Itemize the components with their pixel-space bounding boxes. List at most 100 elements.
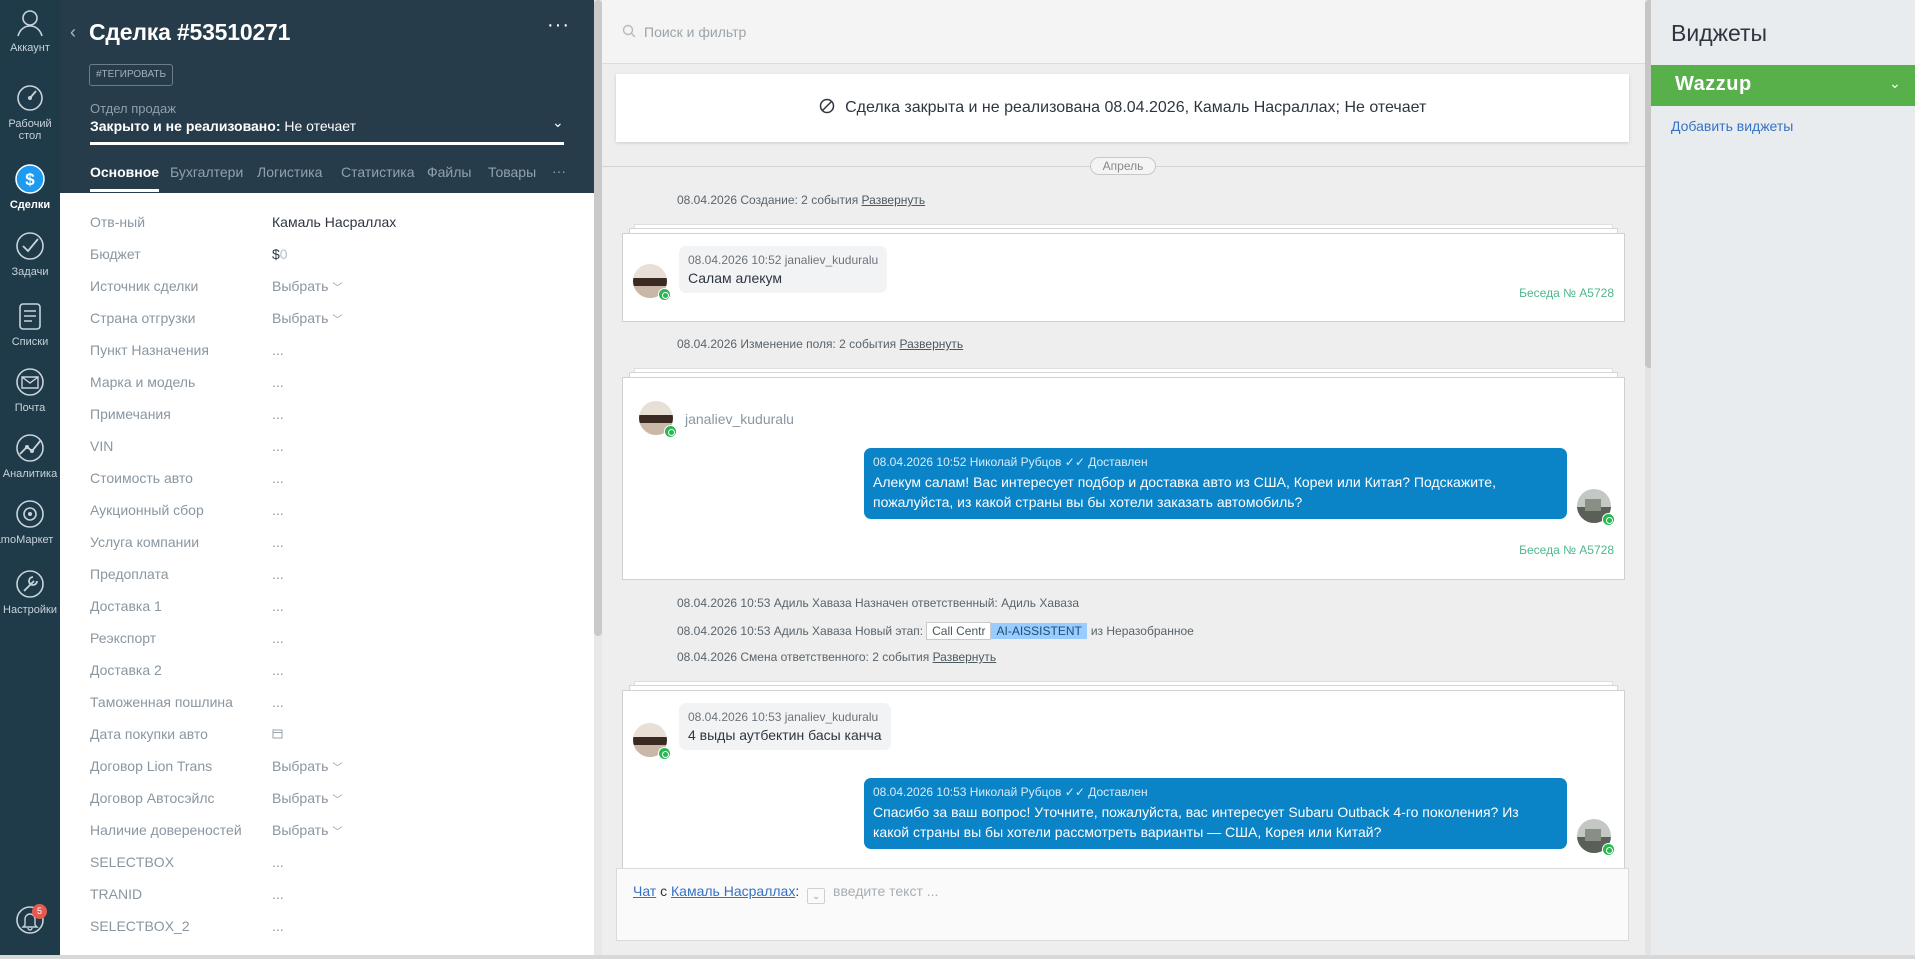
incoming-message: 08.04.2026 10:52 janaliev_kuduralu Салам…	[679, 246, 888, 293]
tab-files[interactable]: Файлы	[427, 164, 471, 180]
tab-products[interactable]: Товары	[488, 164, 536, 180]
field-value[interactable]: ...	[272, 342, 284, 358]
expand-link[interactable]: Развернуть	[900, 337, 964, 351]
field-value[interactable]: ...	[272, 630, 284, 646]
outgoing-message: 08.04.2026 10:52 Николай Рубцов ✓✓ Доста…	[864, 448, 1567, 519]
nav-lists-label: Списки	[11, 336, 49, 348]
nav-deals[interactable]: $ Сделки	[0, 163, 60, 211]
calendar-icon	[272, 729, 283, 739]
nav-analytics[interactable]: Аналитика	[0, 432, 60, 480]
account-icon	[17, 10, 43, 37]
field-row: Дата покупки авто	[90, 726, 570, 748]
more-menu-icon[interactable]: ···	[547, 14, 570, 37]
field-row: Доставка 2...	[90, 662, 570, 684]
field-select[interactable]: Выбрать ﹀	[272, 822, 342, 838]
mail-icon	[16, 368, 44, 396]
field-row: VIN...	[90, 438, 570, 460]
field-value[interactable]: ...	[272, 598, 284, 614]
message-meta: 08.04.2026 10:52 Николай Рубцов ✓✓ Доста…	[873, 455, 1558, 469]
card-stack-edge	[629, 228, 1618, 233]
expand-link[interactable]: Развернуть	[933, 650, 997, 664]
nav-deals-label: Сделки	[9, 199, 51, 211]
bottom-divider	[0, 955, 1915, 959]
chevron-down-icon[interactable]: ⌄	[552, 114, 564, 131]
field-value[interactable]: ...	[272, 406, 284, 422]
contact-link[interactable]: Камаль Насраллах	[671, 883, 795, 899]
search-input[interactable]: Поиск и фильтр	[644, 24, 746, 40]
field-value[interactable]: ...	[272, 854, 284, 870]
composer-line: Чат с Камаль Насраллах: ⌄ введите текст …	[633, 883, 938, 904]
field-select[interactable]: Выбрать ﹀	[272, 758, 342, 774]
field-select[interactable]: Выбрать ﹀	[272, 790, 342, 806]
chat-composer[interactable]: Чат с Камаль Насраллах: ⌄ введите текст …	[616, 868, 1629, 941]
message-input[interactable]: введите текст ...	[833, 883, 938, 899]
message-text: 4 выды аутбектин басы канча	[688, 727, 882, 743]
deals-icon: $	[15, 164, 45, 194]
tag-button[interactable]: #ТЕГИРОВАТЬ	[89, 64, 174, 86]
field-value[interactable]: ...	[272, 374, 284, 390]
tab-logistics[interactable]: Логистика	[257, 164, 322, 180]
field-label: TRANID	[90, 886, 143, 902]
add-widgets-link[interactable]: Добавить виджеты	[1671, 118, 1793, 134]
chevron-down-icon[interactable]: ⌄	[807, 888, 826, 904]
search-bar[interactable]: Поиск и фильтр	[602, 0, 1645, 64]
field-value[interactable]: ...	[272, 534, 284, 550]
chevron-down-icon[interactable]: ⌄	[1889, 75, 1901, 92]
field-row: Реэкспорт...	[90, 630, 570, 652]
nav-dashboard[interactable]: Рабочий стол	[0, 82, 60, 142]
field-value[interactable]: ...	[272, 662, 284, 678]
nav-market[interactable]: amoМаркет	[0, 498, 60, 546]
back-arrow-icon[interactable]: ‹	[70, 22, 76, 43]
field-row: Марка и модель...	[90, 374, 570, 396]
field-value[interactable]: ...	[272, 694, 284, 710]
avatar	[633, 723, 671, 760]
whatsapp-icon	[658, 288, 671, 301]
field-label: Примечания	[90, 406, 171, 422]
composer-colon: :	[795, 883, 800, 899]
message-sender: 08.04.2026 10:52 Николай Рубцов	[873, 455, 1062, 469]
nav-mail[interactable]: Почта	[0, 366, 60, 414]
field-label: Доставка 1	[90, 598, 162, 614]
conversation-link[interactable]: Беседа № A5728	[1519, 286, 1614, 300]
field-row: SELECTBOX...	[90, 854, 570, 876]
field-value[interactable]: ...	[272, 438, 284, 454]
field-value[interactable]: ...	[272, 886, 284, 902]
conversation-link[interactable]: Беседа № A5728	[1519, 543, 1614, 557]
wazzup-widget[interactable]: Wazzup ⌄	[1651, 65, 1915, 106]
field-value[interactable]: ...	[272, 502, 284, 518]
date-picker[interactable]	[272, 726, 283, 742]
deal-status[interactable]: Закрыто и не реализовано: Не отечает	[90, 118, 356, 134]
nav-lists[interactable]: Списки	[0, 300, 60, 348]
field-value[interactable]: ...	[272, 566, 284, 582]
expand-link[interactable]: Развернуть	[862, 193, 926, 207]
tab-main[interactable]: Основное	[90, 164, 160, 192]
budget-value[interactable]: $0	[272, 246, 288, 262]
field-row: Пункт Назначения...	[90, 342, 570, 364]
analytics-icon	[16, 434, 44, 462]
nav-account-label: Аккаунт	[10, 42, 50, 54]
card-scrollbar-thumb[interactable]	[594, 0, 602, 636]
card-stack-edge	[629, 685, 1618, 690]
tab-accounting[interactable]: Бухгалтерия	[170, 164, 243, 180]
chat-card: janaliev_kuduralu 08.04.2026 10:52 Никол…	[622, 368, 1625, 580]
nav-tasks[interactable]: Задачи	[0, 230, 60, 278]
nav-notifications[interactable]: 5	[0, 904, 60, 940]
chat-username: janaliev_kuduralu	[685, 411, 794, 427]
field-value[interactable]: Камаль Насраллах	[272, 214, 396, 230]
field-value[interactable]: ...	[272, 470, 284, 486]
tabs-more-icon[interactable]: ···	[552, 163, 566, 179]
field-value[interactable]: ...	[272, 918, 284, 934]
avatar	[639, 401, 677, 438]
nav-settings[interactable]: Настройки	[0, 568, 60, 616]
outgoing-message: 08.04.2026 10:53 Николай Рубцов ✓✓ Доста…	[864, 778, 1567, 849]
deal-closed-notice: Сделка закрыта и не реализована 08.04.20…	[616, 74, 1629, 142]
settings-icon	[16, 570, 44, 598]
field-select[interactable]: Выбрать ﹀	[272, 310, 342, 326]
chat-type-link[interactable]: Чат	[633, 883, 656, 899]
select-label: Выбрать	[272, 758, 329, 774]
field-select[interactable]: Выбрать ﹀	[272, 278, 342, 294]
feed-event: 08.04.2026 Создание: 2 события Развернут…	[677, 193, 925, 207]
tab-statistics[interactable]: Статистика	[341, 164, 415, 180]
deal-title: Сделка #53510271	[89, 19, 291, 45]
nav-account[interactable]: Аккаунт	[0, 6, 60, 54]
